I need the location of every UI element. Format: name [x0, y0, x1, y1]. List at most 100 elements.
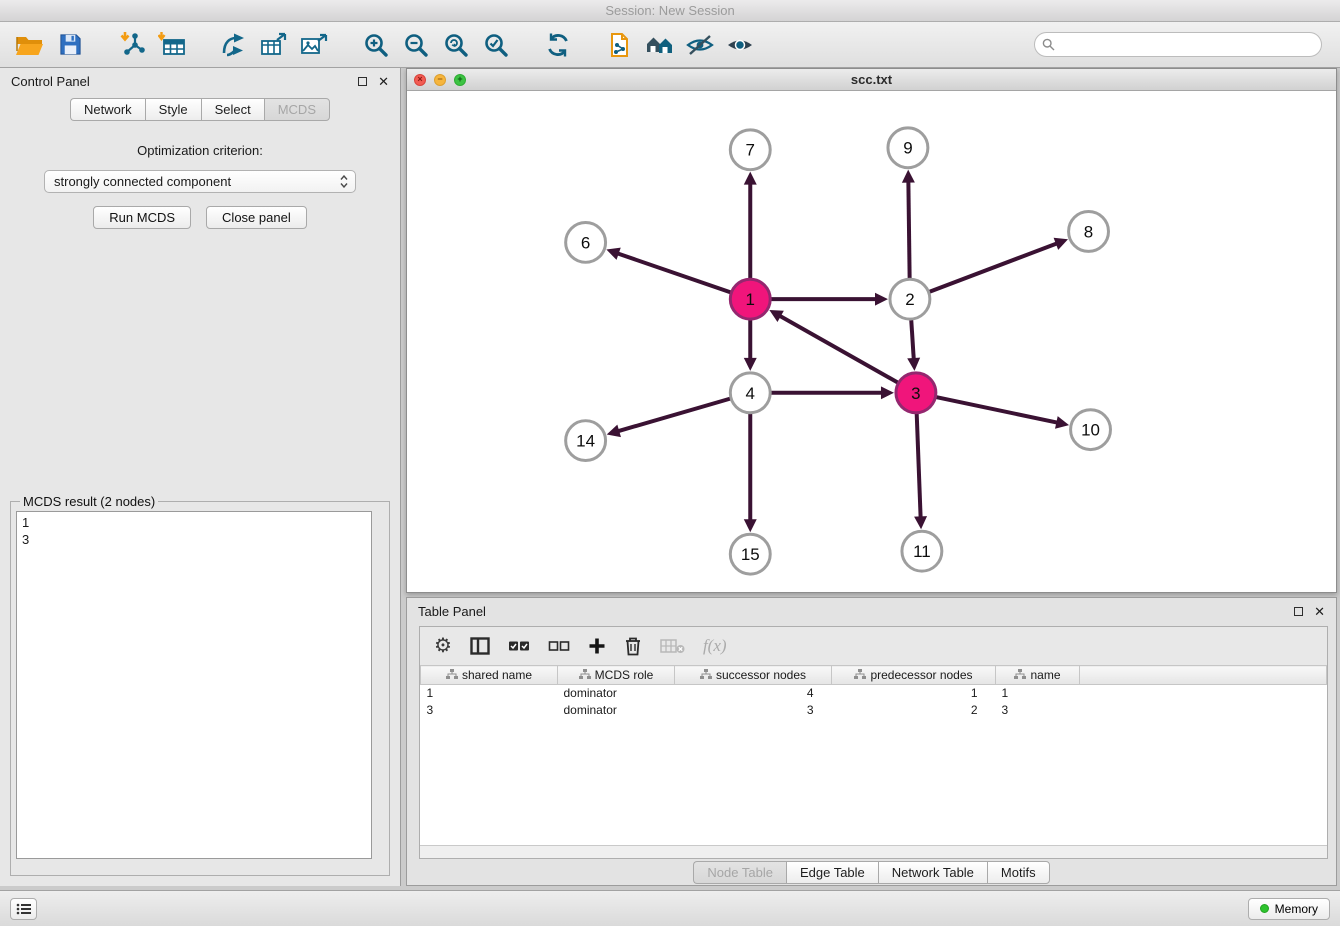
zoom-fit-button[interactable]	[438, 27, 474, 63]
clone-network-button[interactable]	[602, 27, 638, 63]
tab-motifs[interactable]: Motifs	[987, 861, 1050, 884]
main-toolbar	[0, 22, 1340, 68]
cell-name[interactable]: 3	[996, 702, 1080, 719]
cell-filler	[1080, 702, 1327, 719]
apply-layout-button[interactable]	[540, 27, 576, 63]
criterion-select[interactable]: strongly connected component	[44, 170, 356, 193]
cell-predecessor-nodes[interactable]: 2	[832, 702, 996, 719]
node-table-container: ⚙	[419, 626, 1328, 859]
window-zoom-icon[interactable]: +	[454, 74, 466, 86]
export-table-button[interactable]	[256, 27, 292, 63]
edge-1-6[interactable]	[617, 253, 732, 293]
import-table-button[interactable]	[154, 27, 190, 63]
node-2[interactable]: 2	[890, 279, 930, 319]
table-settings-button[interactable]: ⚙	[434, 631, 452, 661]
search-input[interactable]	[1034, 32, 1322, 57]
deselect-all-button[interactable]	[548, 631, 570, 661]
edge-2-8[interactable]	[929, 243, 1058, 292]
delete-button[interactable]	[624, 631, 642, 661]
cell-shared-name[interactable]: 3	[421, 702, 558, 719]
mcds-result-text[interactable]: 13	[16, 511, 372, 859]
network-graph-svg[interactable]: 1 2 3 4 6 7 8 9 10 11 14 15	[407, 91, 1336, 592]
node-3[interactable]: 3	[896, 373, 936, 413]
tab-network[interactable]: Network	[70, 98, 145, 121]
import-network-button[interactable]	[114, 27, 150, 63]
zoom-selected-button[interactable]	[478, 27, 514, 63]
column-sort-icon	[1014, 669, 1026, 680]
node-9[interactable]: 9	[888, 128, 928, 168]
tab-mcds[interactable]: MCDS	[264, 98, 330, 121]
task-history-button[interactable]	[10, 898, 37, 920]
cell-successor-nodes[interactable]: 4	[675, 685, 832, 702]
column-header-mcds-role[interactable]: MCDS role	[558, 666, 675, 685]
node-14[interactable]: 14	[566, 421, 606, 461]
first-neighbors-button[interactable]	[642, 27, 678, 63]
close-panel-icon[interactable]: ✕	[378, 75, 389, 88]
export-image-button[interactable]	[296, 27, 332, 63]
edge-3-1[interactable]	[779, 315, 899, 383]
column-header-successor-nodes[interactable]: successor nodes	[675, 666, 832, 685]
export-table-icon	[260, 32, 288, 58]
tab-select[interactable]: Select	[201, 98, 264, 121]
cell-mcds-role[interactable]: dominator	[558, 685, 675, 702]
tab-edge-table[interactable]: Edge Table	[786, 861, 878, 884]
show-hide-button[interactable]	[722, 27, 758, 63]
close-table-panel-icon[interactable]: ✕	[1314, 605, 1325, 618]
memory-button[interactable]: Memory	[1248, 898, 1330, 920]
float-table-panel-icon[interactable]	[1294, 607, 1303, 616]
tab-network-table[interactable]: Network Table	[878, 861, 987, 884]
run-mcds-button[interactable]: Run MCDS	[93, 206, 191, 229]
select-all-button[interactable]	[508, 631, 530, 661]
zoom-in-button[interactable]	[358, 27, 394, 63]
delete-column-icon	[660, 638, 685, 654]
node-10[interactable]: 10	[1071, 410, 1111, 450]
close-panel-button[interactable]: Close panel	[206, 206, 307, 229]
column-header-predecessor-nodes[interactable]: predecessor nodes	[832, 666, 996, 685]
node-1[interactable]: 1	[730, 279, 770, 319]
edge-arrow-2-3	[907, 358, 920, 371]
node-11[interactable]: 11	[902, 531, 942, 571]
show-columns-button[interactable]	[470, 631, 490, 661]
column-header-name[interactable]: name	[996, 666, 1080, 685]
graphics-details-button[interactable]	[682, 27, 718, 63]
control-panel-tabs: NetworkStyleSelectMCDS	[0, 98, 400, 121]
edge-arrow-4-3	[881, 386, 894, 399]
export-network-button[interactable]	[216, 27, 252, 63]
mcds-result-line: 3	[22, 531, 366, 548]
cell-predecessor-nodes[interactable]: 1	[832, 685, 996, 702]
node-15[interactable]: 15	[730, 534, 770, 574]
window-minimize-icon[interactable]: −	[434, 74, 446, 86]
add-column-button[interactable]	[588, 631, 606, 661]
column-header-shared-name[interactable]: shared name	[421, 666, 558, 685]
cell-name[interactable]: 1	[996, 685, 1080, 702]
network-canvas[interactable]: 1 2 3 4 6 7 8 9 10 11 14 15	[407, 91, 1336, 592]
refresh-group	[540, 27, 576, 63]
cell-mcds-role[interactable]: dominator	[558, 702, 675, 719]
edge-3-10[interactable]	[935, 397, 1058, 423]
table-panel: Table Panel ✕ ⚙	[406, 597, 1337, 886]
node-6[interactable]: 6	[566, 222, 606, 262]
node-label-7: 7	[746, 141, 755, 160]
open-session-button[interactable]	[12, 27, 48, 63]
edge-2-3[interactable]	[911, 319, 914, 360]
zoom-out-button[interactable]	[398, 27, 434, 63]
show-columns-icon	[470, 637, 490, 655]
edge-3-11[interactable]	[917, 413, 921, 519]
table-row[interactable]: 1dominator411	[421, 685, 1327, 702]
cell-shared-name[interactable]: 1	[421, 685, 558, 702]
edge-arrow-4-14	[607, 425, 621, 437]
save-session-button[interactable]	[52, 27, 88, 63]
node-8[interactable]: 8	[1069, 212, 1109, 252]
tab-node-table[interactable]: Node Table	[693, 861, 786, 884]
table-row[interactable]: 3dominator323	[421, 702, 1327, 719]
tab-style[interactable]: Style	[145, 98, 201, 121]
application-window: Session: New Session	[0, 0, 1340, 926]
window-close-icon[interactable]: ×	[414, 74, 426, 86]
edge-4-14[interactable]	[617, 398, 731, 431]
edge-2-9[interactable]	[908, 181, 909, 280]
node-7[interactable]: 7	[730, 130, 770, 170]
float-panel-icon[interactable]	[358, 77, 367, 86]
table-horizontal-scrollbar[interactable]	[420, 845, 1327, 858]
cell-successor-nodes[interactable]: 3	[675, 702, 832, 719]
node-4[interactable]: 4	[730, 373, 770, 413]
